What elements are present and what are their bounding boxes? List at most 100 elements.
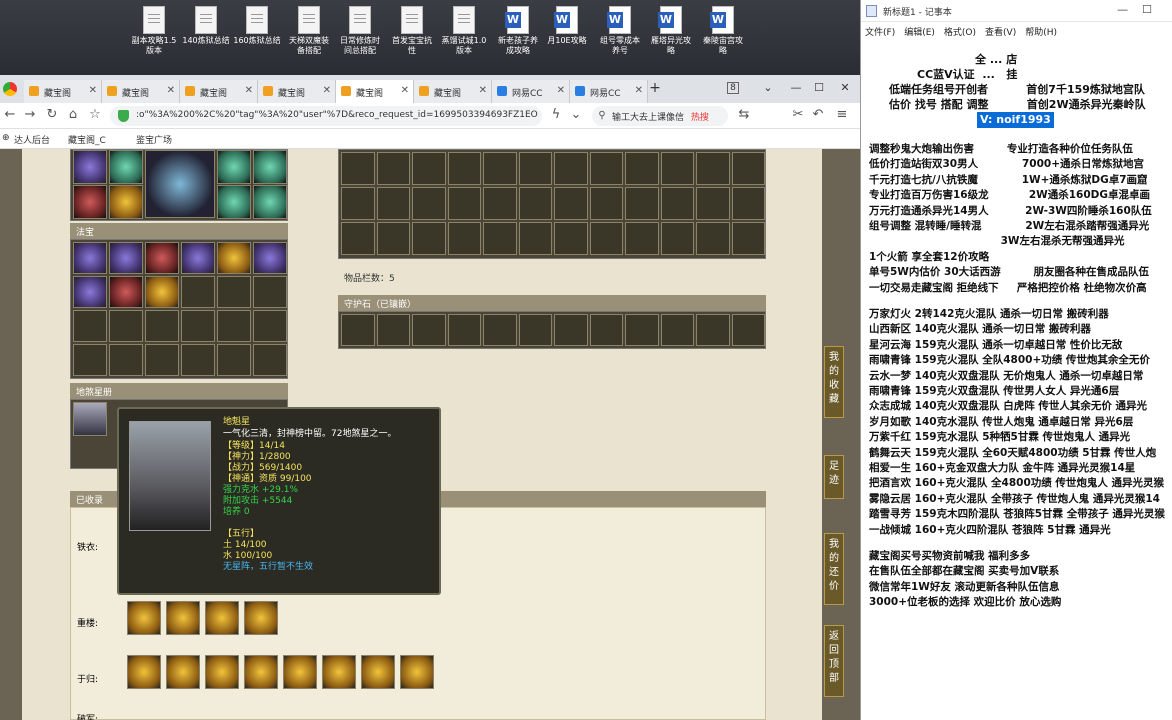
browser-tab[interactable]: 藏宝阁 ✕ xyxy=(336,80,414,103)
notepad-menu-item[interactable]: 文件(F) xyxy=(865,28,895,38)
grid-slot[interactable] xyxy=(73,344,107,376)
scissors-icon[interactable]: ✂ xyxy=(790,107,806,123)
grid-slot[interactable] xyxy=(660,314,694,346)
tab-close-icon[interactable]: ✕ xyxy=(401,85,409,96)
grid-slot[interactable] xyxy=(554,187,588,220)
tab-close-icon[interactable]: ✕ xyxy=(323,85,331,96)
grid-slot[interactable] xyxy=(696,314,730,346)
new-tab-button[interactable]: + xyxy=(646,79,664,97)
equipment-slot[interactable] xyxy=(253,150,287,184)
collection-item[interactable] xyxy=(205,655,239,689)
grid-slot[interactable] xyxy=(625,187,659,220)
notepad-menu-item[interactable]: 帮助(H) xyxy=(1025,28,1057,38)
grid-slot[interactable] xyxy=(73,242,107,274)
grid-slot[interactable] xyxy=(412,222,446,255)
grid-slot[interactable] xyxy=(341,152,375,185)
desktop-icon[interactable]: 天梯双魔装 备搭配 xyxy=(281,6,337,56)
collection-item[interactable] xyxy=(127,655,161,689)
grid-slot[interactable] xyxy=(109,310,143,342)
grid-slot[interactable] xyxy=(660,222,694,255)
grid-slot[interactable] xyxy=(217,344,251,376)
desktop-icon[interactable]: 秦陵宙宫攻 略 xyxy=(695,6,751,56)
minimize-button[interactable]: — xyxy=(787,79,805,97)
grid-slot[interactable] xyxy=(447,314,481,346)
browser-tab[interactable]: 藏宝阁 ✕ xyxy=(414,80,492,103)
grid-slot[interactable] xyxy=(181,344,215,376)
grid-slot[interactable] xyxy=(253,344,287,376)
search-bar[interactable]: ⚲ 输工大去上课像信 热搜 xyxy=(592,106,728,126)
equipment-slot[interactable] xyxy=(109,185,143,219)
equipment-slot[interactable] xyxy=(217,150,251,184)
grid-slot[interactable] xyxy=(181,276,215,308)
grid-slot[interactable] xyxy=(447,187,481,220)
grid-slot[interactable] xyxy=(341,314,375,346)
back-arrow-icon[interactable]: ← xyxy=(2,107,18,123)
tab-close-icon[interactable]: ✕ xyxy=(635,85,643,96)
browser-tab[interactable]: 藏宝阁 ✕ xyxy=(102,80,180,103)
grid-slot[interactable] xyxy=(483,222,517,255)
grid-slot[interactable] xyxy=(376,187,410,220)
grid-slot[interactable] xyxy=(589,152,623,185)
desktop-icon[interactable]: 首发宝宝抗 性 xyxy=(384,6,440,56)
equipment-slot[interactable] xyxy=(145,150,215,218)
desktop-icon[interactable]: 日常修炼时 间总搭配 xyxy=(332,6,388,56)
dropdown-arrow-icon[interactable]: ⌄ xyxy=(568,107,584,123)
grid-slot[interactable] xyxy=(483,314,517,346)
close-window-button[interactable]: ✕ xyxy=(836,79,854,97)
tab-count-badge[interactable]: 8 xyxy=(727,82,739,94)
grid-slot[interactable] xyxy=(447,152,481,185)
grid-slot[interactable] xyxy=(696,152,730,185)
back-to-top-button[interactable]: 返回顶部 xyxy=(824,625,844,697)
grid-slot[interactable] xyxy=(341,187,375,220)
desktop-icon[interactable]: 新老孩子养 成攻略 xyxy=(490,6,546,56)
grid-slot[interactable] xyxy=(73,310,107,342)
my-favorites-button[interactable]: 我的收藏 xyxy=(824,346,844,418)
grid-slot[interactable] xyxy=(589,222,623,255)
grid-slot[interactable] xyxy=(731,314,765,346)
translate-icon[interactable]: ⇆ xyxy=(736,107,752,123)
browser-tab[interactable]: 网易CC ✕ xyxy=(492,80,570,103)
grid-slot[interactable] xyxy=(696,187,730,220)
browser-tab[interactable]: 藏宝阁 ✕ xyxy=(258,80,336,103)
desktop-icon[interactable]: 组号零成本 养号 xyxy=(592,6,648,56)
notepad-menu-item[interactable]: 查看(V) xyxy=(985,28,1016,38)
bookmark-1[interactable]: 达人后台 xyxy=(14,133,50,146)
grid-slot[interactable] xyxy=(217,242,251,274)
tab-close-icon[interactable]: ✕ xyxy=(89,85,97,96)
equipment-slot[interactable] xyxy=(109,150,143,184)
tab-close-icon[interactable]: ✕ xyxy=(245,85,253,96)
grid-slot[interactable] xyxy=(554,314,588,346)
browser-tab[interactable]: 藏宝阁 ✕ xyxy=(24,80,102,103)
grid-slot[interactable] xyxy=(483,152,517,185)
grid-slot[interactable] xyxy=(625,314,659,346)
forward-arrow-icon[interactable]: → xyxy=(22,107,38,123)
equipment-slot[interactable] xyxy=(253,185,287,219)
grid-slot[interactable] xyxy=(518,222,552,255)
grid-slot[interactable] xyxy=(589,314,623,346)
address-bar[interactable]: :o"%3A%200%2C%20"tag"%3A%20"user"%7D&rec… xyxy=(110,106,542,126)
desktop-icon[interactable]: 副本攻略1.5 版本 xyxy=(126,6,182,56)
bookmark-2[interactable]: 藏宝阁_C xyxy=(68,133,106,146)
grid-slot[interactable] xyxy=(660,187,694,220)
grid-slot[interactable] xyxy=(253,242,287,274)
equipment-slot[interactable] xyxy=(73,150,107,184)
dishaxing-slot[interactable] xyxy=(73,402,107,436)
grid-slot[interactable] xyxy=(109,344,143,376)
browser-tab[interactable]: 网易CC ✕ xyxy=(570,80,648,103)
browser-logo-icon[interactable] xyxy=(3,82,17,96)
collection-item[interactable] xyxy=(127,601,161,635)
grid-slot[interactable] xyxy=(483,187,517,220)
lightning-icon[interactable]: ϟ xyxy=(548,107,564,123)
grid-slot[interactable] xyxy=(376,222,410,255)
footprint-button[interactable]: 足迹 xyxy=(824,455,844,499)
maximize-button[interactable]: ☐ xyxy=(810,79,828,97)
grid-slot[interactable] xyxy=(518,187,552,220)
grid-slot[interactable] xyxy=(412,314,446,346)
desktop-icon[interactable]: 140炼狱总结 xyxy=(178,6,234,46)
collection-item[interactable] xyxy=(166,601,200,635)
grid-slot[interactable] xyxy=(696,222,730,255)
reload-icon[interactable]: ↻ xyxy=(44,107,60,123)
grid-slot[interactable] xyxy=(217,276,251,308)
grid-slot[interactable] xyxy=(376,314,410,346)
collection-item[interactable] xyxy=(244,601,278,635)
